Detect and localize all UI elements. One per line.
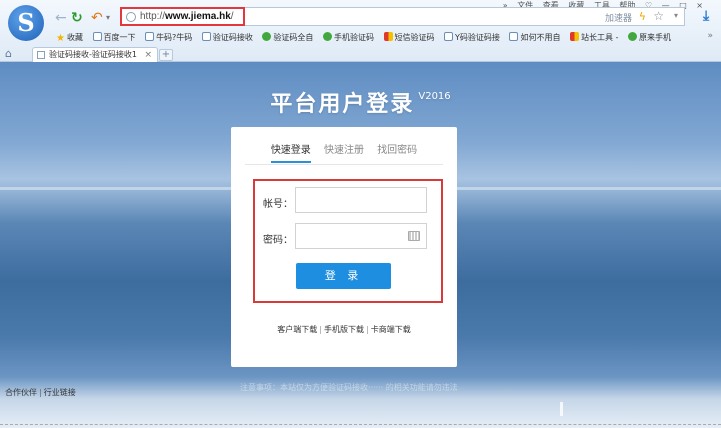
login-button[interactable]: 登 录 [296,263,391,289]
bookmarks-bar: ★ 收藏 百度一下 牛码?牛码 验证码接收 验证码全自 手机验证码 短信验证码 Y… [56,31,678,45]
globe-icon [628,32,638,41]
bookmark-item[interactable]: 验证码全自 [262,31,313,45]
bookmarks-more-button[interactable]: » [707,31,713,41]
bookmark-label: 验证码接收 [212,33,253,42]
refresh-icon[interactable]: ↻ [71,10,83,26]
page-favicon-icon [37,51,45,59]
bookmark-favorites[interactable]: ★ 收藏 [56,31,83,46]
bookmark-item[interactable]: 短信验证码 [383,31,435,45]
logo-glyph: S [17,8,35,37]
bookmark-item[interactable]: 如何不用自 [509,31,560,45]
bookmark-label: 百度一下 [103,33,136,42]
new-tab-button[interactable]: + [159,49,173,61]
tab-quick-login[interactable]: 快速登录 [270,141,311,163]
bookmark-item[interactable]: 手机验证码 [322,31,374,45]
download-icon[interactable]: ⤓ [703,8,709,24]
bookmark-label: 短信验证码 [394,33,435,42]
security-shield-icon [126,12,136,22]
tab-quick-register[interactable]: 快速注册 [324,141,364,161]
star-icon: ★ [56,33,65,44]
undo-icon[interactable]: ↶ [91,10,103,26]
back-arrow-icon[interactable]: ← [55,10,67,26]
address-bar[interactable]: http://www.jiema.hk/ [120,7,245,26]
bookmark-item[interactable]: 牛码?牛码 [145,31,192,45]
merchant-download-link[interactable]: 卡商端下载 [371,325,411,334]
page-title: 平台用户登录 V2016 [0,86,721,118]
chevron-down-icon[interactable]: ▾ [674,11,678,20]
bookmark-label: 验证码全自 [273,33,314,42]
bookmark-label: 手机验证码 [333,33,374,42]
bookmark-label: 站长工具 - [581,33,619,42]
lighthouse [560,402,563,416]
site-icon [383,32,393,41]
partners-link[interactable]: 合作伙伴 [5,388,37,397]
bookmark-label: Y码验证码接 [455,33,500,42]
bookmark-label: 原来手机 [639,33,672,42]
tab-strip: ⌂ 验证码接收-验证码接收1 × + [0,46,721,62]
close-window-button[interactable]: × [696,1,703,10]
address-bar-extension: 加速器 ϟ ☆ ▾ [245,7,685,26]
page-icon [444,32,454,41]
close-icon[interactable]: × [144,48,152,62]
browser-tab-active[interactable]: 验证码接收-验证码接收1 × [32,47,158,62]
password-input[interactable] [295,223,427,249]
tab-title: 验证码接收-验证码接收1 [49,50,137,59]
page-icon [92,32,102,41]
account-label: 帐号： [263,199,293,210]
url-domain: www.jiema.hk [165,11,231,22]
login-card: 快速登录 快速注册 找回密码 帐号： 密码： 登 录 客户端下载 | 手机版下载 | 卡… [231,127,457,367]
address-url[interactable]: http://www.jiema.hk/ [140,11,234,23]
bookmark-item[interactable]: 验证码接收 [201,31,253,45]
separator: | [366,325,369,334]
star-icon[interactable]: ☆ [653,9,664,23]
lightning-icon[interactable]: ϟ [639,10,646,23]
login-tabs: 快速登录 快速注册 找回密码 [231,141,457,163]
home-icon[interactable]: ⌂ [5,48,12,60]
page-icon [201,32,211,41]
title-text: 平台用户登录 [270,92,415,117]
globe-icon [322,32,332,41]
login-form-highlight: 帐号： 密码： 登 录 [253,179,443,303]
bookmark-item[interactable]: Y码验证码接 [444,31,500,45]
footer-links: 合作伙伴 | 行业链接 [5,387,76,398]
separator: | [39,388,42,397]
accelerator-label[interactable]: 加速器 [605,11,632,24]
separator: | [319,325,322,334]
url-suffix: / [230,11,234,22]
industry-links-link[interactable]: 行业链接 [44,388,76,397]
sogou-browser-logo[interactable]: S [8,5,44,41]
password-label: 密码： [263,235,293,246]
bookmark-item[interactable]: 站长工具 - [570,31,618,45]
url-prefix: http:// [140,11,166,22]
mobile-download-link[interactable]: 手机版下载 [324,325,364,334]
keyboard-icon[interactable] [408,231,420,241]
site-icon [570,32,580,41]
footer-notice: 注意事项：本站仅为方便验证码接收······ 的相关功能请勿违法 [240,383,458,392]
page-icon [509,32,519,41]
page-icon [145,32,155,41]
chevron-down-icon[interactable]: ▾ [106,10,110,26]
account-input[interactable] [295,187,427,213]
tab-find-password[interactable]: 找回密码 [377,141,417,161]
client-download-link[interactable]: 客户端下载 [277,325,317,334]
bookmark-label: 如何不用自 [520,33,561,42]
bookmark-item[interactable]: 百度一下 [92,31,136,45]
version-label: V2016 [418,91,451,102]
tab-divider [245,164,443,165]
bookmark-item[interactable]: 原来手机 [628,31,671,45]
web-page: 平台用户登录 V2016 快速登录 快速注册 找回密码 帐号： 密码： 登 录 客… [0,62,721,428]
bottom-divider [0,424,721,425]
globe-icon [262,32,272,41]
bookmark-label: 牛码?牛码 [156,33,193,42]
bookmark-label: 收藏 [66,33,83,42]
download-links: 客户端下载 | 手机版下载 | 卡商端下载 [231,324,457,335]
browser-chrome: S » 文件 查看 收藏 工具 帮助 ♡ — □ × ← ↻ ↶ ▾ http:… [0,0,721,62]
